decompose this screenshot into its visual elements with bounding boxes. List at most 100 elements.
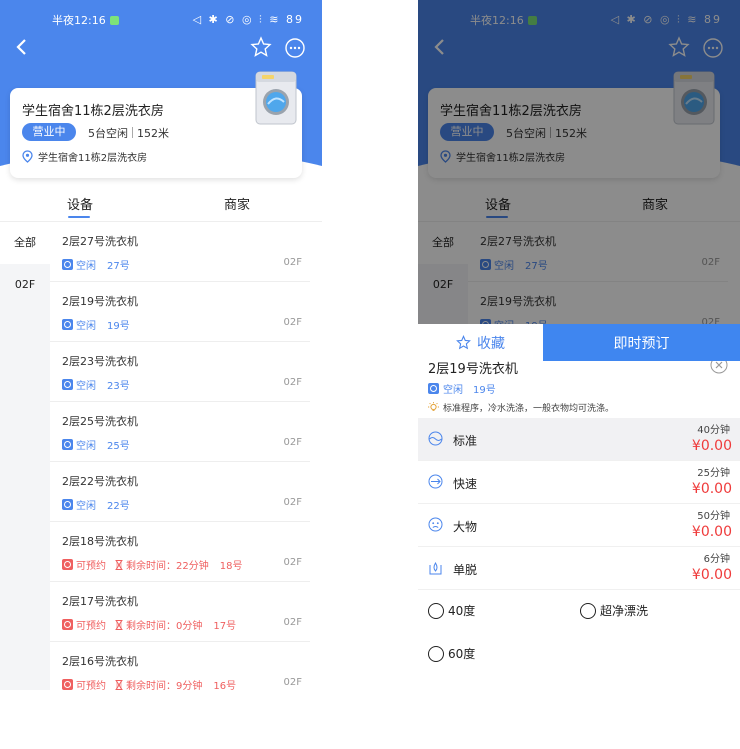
machine-floor: 02F <box>283 437 302 448</box>
favorite-button[interactable]: 收藏 <box>418 324 543 361</box>
option-60-degree[interactable]: 60度 <box>428 645 475 662</box>
machine-number: 25号 <box>107 441 130 452</box>
program-duration: 40分钟 <box>697 425 730 436</box>
machine-status-icon <box>62 439 73 450</box>
machine-remaining-time: 剩余时间：9分钟 <box>126 681 203 690</box>
machine-status: 可预约 剩余时间：0分钟 17号 <box>62 617 236 632</box>
radio-button[interactable] <box>580 602 596 619</box>
booking-screen: 半夜12:16 ◁ ✱ ⊘ ◎ ⫶ ≋ 89 学生宿舍11栋2层洗衣房 营业中 … <box>418 0 740 690</box>
machine-row[interactable]: 2层23号洗衣机 空闲 23号 02F <box>50 342 310 402</box>
machine-row[interactable]: 2层19号洗衣机空闲 19号 02F <box>50 282 310 342</box>
machine-row[interactable]: 2层17号洗衣机可预约 剩余时间：0分钟 17号 02F <box>50 582 310 642</box>
book-now-button[interactable]: 即时预订 <box>543 324 740 361</box>
program-option[interactable]: 快速 25分钟 ¥0.00 <box>418 461 740 504</box>
program-name: 标准 <box>453 434 478 448</box>
machine-row[interactable]: 2层25号洗衣机空闲 25号 02F <box>50 402 310 462</box>
store-screen: 半夜12:16 ◁ ✱ ⊘ ◎ ⫶ ≋ 89 学生宿舍11栋2层洗衣房 营业中 … <box>0 0 322 690</box>
store-distance: 152米 <box>137 127 169 140</box>
lightbulb-icon <box>428 402 439 412</box>
star-icon <box>456 335 471 350</box>
active-tab-indicator <box>68 216 90 218</box>
machine-state: 空闲 <box>76 381 96 392</box>
machine-name: 2层23号洗衣机 <box>62 355 138 368</box>
location-pin-icon <box>22 150 33 163</box>
program-option[interactable]: 标准 40分钟 ¥0.00 <box>418 418 740 461</box>
option-label: 超净漂洗 <box>600 604 649 618</box>
machine-status: 可预约 剩余时间：22分钟 18号 <box>62 557 242 572</box>
tab-bar: 设备 商家 <box>0 190 322 222</box>
machine-status: 空闲 23号 <box>62 377 130 392</box>
more-icon[interactable] <box>284 37 306 59</box>
sidebar-item-all[interactable]: 全部 <box>0 222 50 264</box>
bulky-wash-icon <box>428 517 443 532</box>
program-price: ¥0.00 <box>691 481 732 497</box>
washing-machine-icon <box>255 71 297 125</box>
modal-backdrop[interactable] <box>418 0 740 350</box>
status-bar: 半夜12:16 ◁ ✱ ⊘ ◎ ⫶ ≋ 89 <box>52 12 304 28</box>
machine-name: 2层19号洗衣机 <box>62 295 138 308</box>
machine-state: 可预约 <box>76 621 106 632</box>
open-status-badge: 营业中 <box>22 123 76 141</box>
machine-state: 空闲 <box>76 261 96 272</box>
program-duration: 50分钟 <box>697 511 730 522</box>
program-price: ¥0.00 <box>691 524 732 540</box>
sheet-machine-state: 空闲 <box>443 385 463 396</box>
sidebar-item-02f[interactable]: 02F <box>0 264 50 306</box>
machine-status-icon <box>62 259 73 270</box>
machine-row[interactable]: 2层27号洗衣机 空闲 27号 02F <box>50 222 310 282</box>
machine-floor: 02F <box>283 617 302 628</box>
option-ultra-rinse[interactable]: 超净漂洗 <box>580 602 648 619</box>
machine-name: 2层18号洗衣机 <box>62 535 138 548</box>
program-option[interactable]: 单脱 6分钟 ¥0.00 <box>418 547 740 590</box>
tab-devices[interactable]: 设备 <box>67 194 93 213</box>
favorite-label: 收藏 <box>477 335 505 352</box>
machine-status-icon <box>62 619 73 630</box>
machine-row[interactable]: 2层18号洗衣机 可预约 剩余时间：22分钟 18号 02F <box>50 522 310 582</box>
quick-wash-icon <box>428 474 443 489</box>
program-description: 标准程序，冷水洗涤，一般衣物均可洗涤。 <box>428 401 614 414</box>
machine-number: 19号 <box>107 321 130 332</box>
machine-state: 空闲 <box>76 321 96 332</box>
machine-status-icon <box>62 319 73 330</box>
machine-status-icon <box>62 379 73 390</box>
machine-number: 22号 <box>107 501 130 512</box>
program-duration: 6分钟 <box>703 554 730 565</box>
machine-status-icon <box>428 383 439 394</box>
program-price: ¥0.00 <box>691 438 732 454</box>
notification-icon <box>109 15 119 25</box>
program-name: 大物 <box>453 520 478 534</box>
program-name: 快速 <box>453 477 478 491</box>
machine-remaining-time: 剩余时间：22分钟 <box>126 561 209 572</box>
store-address[interactable]: 学生宿舍11栋2层洗衣房 <box>22 149 147 164</box>
radio-button[interactable] <box>428 602 444 619</box>
program-option[interactable]: 大物 50分钟 ¥0.00 <box>418 504 740 547</box>
machine-row[interactable]: 2层16号洗衣机 可预约 剩余时间：9分钟 16号 02F <box>50 642 310 690</box>
machine-state: 可预约 <box>76 681 106 690</box>
book-now-label: 即时预订 <box>613 335 670 352</box>
sheet-machine-number: 19号 <box>473 385 496 396</box>
standard-wash-icon <box>428 431 443 446</box>
machine-status: 空闲 19号 <box>62 317 130 332</box>
machine-name: 2层16号洗衣机 <box>62 655 138 668</box>
favorite-star-icon[interactable] <box>250 36 272 58</box>
machine-number: 23号 <box>107 381 130 392</box>
spin-only-icon <box>429 562 442 575</box>
program-description-text: 标准程序，冷水洗涤，一般衣物均可洗涤。 <box>443 404 615 414</box>
radio-button[interactable] <box>428 645 444 662</box>
machine-row[interactable]: 2层22号洗衣机 空闲 22号 02F <box>50 462 310 522</box>
option-40-degree[interactable]: 40度 <box>428 602 475 619</box>
hourglass-icon <box>115 619 123 630</box>
back-icon[interactable] <box>12 36 32 58</box>
status-time: 半夜12:16 <box>52 14 106 27</box>
status-icons: ◁ ✱ ⊘ ◎ ⫶ ≋ 89 <box>192 13 304 26</box>
machine-name: 2层25号洗衣机 <box>62 415 138 428</box>
program-price: ¥0.00 <box>691 567 732 583</box>
machine-state: 空闲 <box>76 501 96 512</box>
sheet-machine-status: 空闲 19号 <box>428 381 496 396</box>
machine-floor: 02F <box>283 317 302 328</box>
machine-name: 2层22号洗衣机 <box>62 475 138 488</box>
option-label: 40度 <box>448 604 476 618</box>
machine-name: 2层17号洗衣机 <box>62 595 138 608</box>
tab-merchant[interactable]: 商家 <box>224 194 250 213</box>
machine-state: 空闲 <box>76 441 96 452</box>
